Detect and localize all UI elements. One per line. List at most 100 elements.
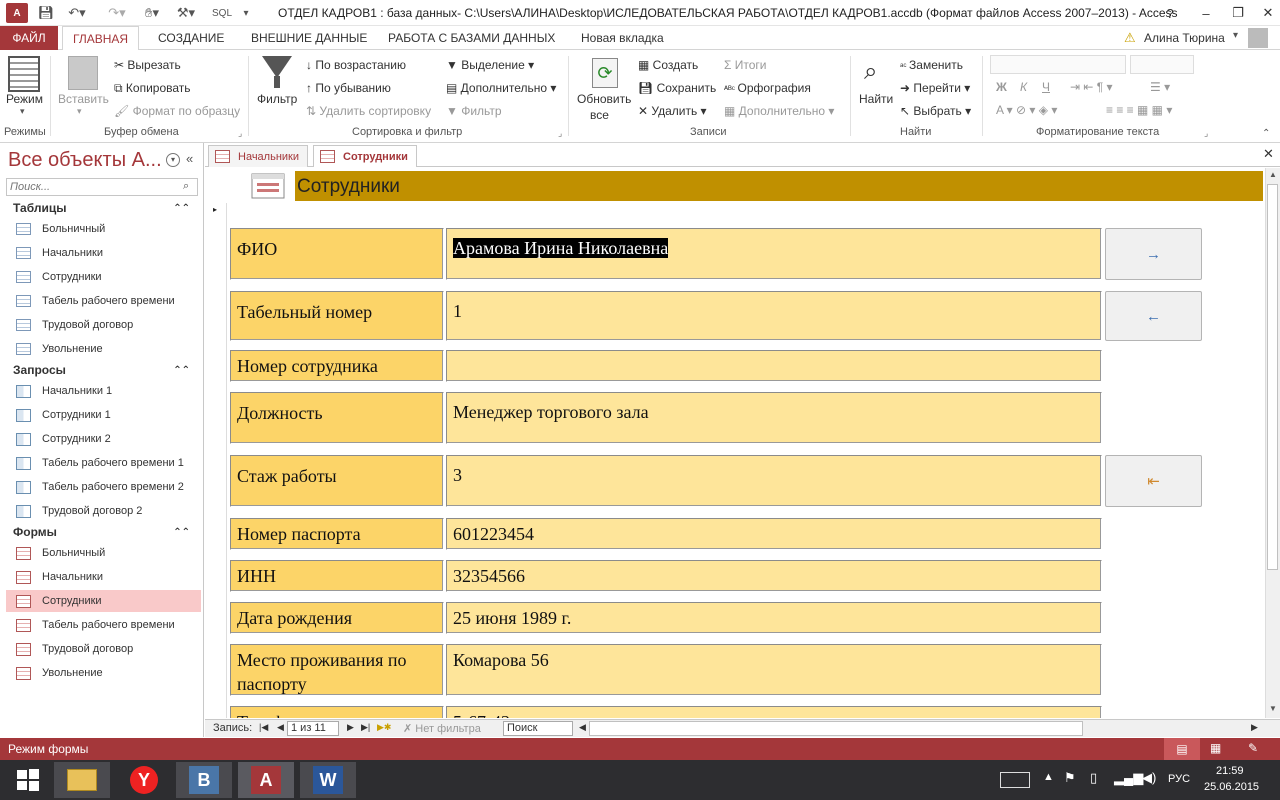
nav-query-item[interactable]: Сотрудники 2 [6, 428, 201, 450]
next-record-button[interactable]: → [1105, 228, 1202, 280]
font-color-icon[interactable]: A ▾ ⊘ ▾ ◈ ▾ [996, 103, 1057, 117]
field-passport[interactable]: 601223454 [446, 518, 1102, 550]
remove-sort-button[interactable]: ⇅ Удалить сортировку [306, 104, 431, 118]
horizontal-scroll-thumb[interactable] [589, 721, 1083, 736]
new-record-nav-icon[interactable]: ▶✱ [377, 722, 391, 733]
advanced-filter-button[interactable]: ▤ Дополнительно ▾ [446, 81, 556, 95]
access-taskbar-icon[interactable]: A [238, 762, 294, 798]
italic-button[interactable]: К [1020, 80, 1027, 94]
scroll-down-icon[interactable]: ▼ [1269, 704, 1277, 713]
close-button[interactable]: ✕ [1250, 0, 1280, 26]
next-record-icon[interactable]: ▶ [347, 722, 354, 733]
selection-button[interactable]: ▼ Выделение ▾ [446, 58, 534, 72]
nav-form-item[interactable]: Увольнение [6, 662, 201, 684]
goto-button[interactable]: ➜ Перейти ▾ [900, 81, 970, 95]
minimize-button[interactable]: – [1188, 0, 1224, 26]
prev-record-button[interactable]: ← [1105, 291, 1202, 341]
nav-section-forms[interactable]: Формы ⌃⌃ [0, 521, 204, 543]
vertical-scroll-thumb[interactable] [1267, 184, 1278, 570]
nav-table-item[interactable]: Трудовой договор [6, 314, 201, 336]
paste-button[interactable]: Вставить [58, 92, 109, 106]
record-search-input[interactable]: Поиск [503, 721, 573, 736]
form-view-icon[interactable]: ▤ [1164, 738, 1200, 760]
language-indicator[interactable]: РУС [1168, 773, 1190, 785]
nav-section-queries[interactable]: Запросы ⌃⌃ [0, 359, 204, 381]
clock-time[interactable]: 21:59 [1216, 765, 1244, 777]
collapse-ribbon-icon[interactable]: ⌃ [1262, 128, 1270, 139]
sql-button[interactable]: SQL [212, 3, 232, 23]
totals-button[interactable]: Σ Итоги [724, 58, 767, 72]
nav-query-item[interactable]: Табель рабочего времени 2 [6, 476, 201, 498]
touch-mode-icon[interactable]: ✋︎▾ [140, 3, 164, 23]
filter-button[interactable]: Фильтр [257, 92, 297, 106]
user-dropdown-icon[interactable]: ▾ [1233, 30, 1238, 41]
avatar[interactable] [1248, 28, 1268, 48]
nav-table-item[interactable]: Сотрудники [6, 266, 201, 288]
field-address[interactable]: Комарова 56 [446, 644, 1102, 696]
last-record-icon[interactable]: ▶| [361, 722, 370, 733]
doc-tab-sotrudniki[interactable]: Сотрудники [313, 145, 417, 167]
tab-home[interactable]: ГЛАВНАЯ [62, 26, 140, 51]
nav-query-item[interactable]: Табель рабочего времени 1 [6, 452, 201, 474]
format-painter-button[interactable]: 🖌︎ Формат по образцу [114, 104, 240, 118]
yandex-browser-icon[interactable]: Y [116, 762, 172, 798]
user-name[interactable]: Алина Тюрина [1144, 31, 1225, 45]
replace-button[interactable]: ᵃᶜ Заменить [900, 58, 963, 72]
customize-icon[interactable]: ⚒︎▾ [172, 3, 200, 23]
nav-collapse-icon[interactable]: « [186, 151, 193, 166]
record-position-input[interactable]: 1 из 11 [287, 721, 339, 736]
qat-more-icon[interactable]: ▾ [236, 3, 256, 23]
font-size-select[interactable] [1130, 55, 1194, 74]
nav-table-item[interactable]: Табель рабочего времени [6, 290, 201, 312]
bold-button[interactable]: Ж [996, 80, 1007, 94]
nav-menu-icon[interactable]: ▾ [166, 153, 180, 167]
close-doc-icon[interactable]: ✕ [1263, 146, 1274, 162]
nav-form-item[interactable]: Трудовой договор [6, 638, 201, 660]
action-center-icon[interactable]: ⚑︎ [1064, 770, 1076, 786]
redo-icon[interactable]: ↷▾ [104, 3, 130, 23]
font-name-select[interactable] [990, 55, 1126, 74]
prev-record-icon[interactable]: ◀ [277, 722, 284, 733]
scroll-up-icon[interactable]: ▲ [1269, 170, 1277, 179]
hscroll-right-icon[interactable]: ▶ [1251, 722, 1258, 733]
file-explorer-icon[interactable] [54, 762, 110, 798]
spelling-button[interactable]: ᴬᴮᶜ Орфография [724, 81, 811, 95]
undo-icon[interactable]: ↶▾ [64, 3, 90, 23]
nav-search-input[interactable] [6, 178, 198, 196]
nav-header[interactable]: Все объекты А... [8, 149, 162, 172]
tab-database-tools[interactable]: РАБОТА С БАЗАМИ ДАННЫХ [378, 26, 565, 50]
access-app-icon[interactable]: A [6, 3, 28, 23]
clipboard-launcher-icon[interactable]: ⌟ [238, 128, 242, 139]
find-button[interactable]: Найти [859, 92, 893, 106]
nav-form-item[interactable]: Больничный [6, 542, 201, 564]
keyboard-icon[interactable] [1000, 772, 1030, 788]
copy-button[interactable]: ⧉ Копировать [114, 81, 191, 96]
field-tab-number[interactable]: 1 [446, 291, 1102, 341]
battery-icon[interactable]: ▯ [1090, 770, 1097, 786]
first-record-icon[interactable]: |◀ [259, 722, 268, 733]
text-format-launcher-icon[interactable]: ⌟ [1204, 128, 1208, 139]
tab-create[interactable]: СОЗДАНИЕ [148, 26, 234, 50]
view-dropdown-icon[interactable]: ▾ [20, 106, 25, 117]
nav-form-item-selected[interactable]: Сотрудники [6, 590, 201, 612]
toggle-filter-button[interactable]: ▼ Фильтр [446, 104, 502, 118]
sort-filter-launcher-icon[interactable]: ⌟ [558, 128, 562, 139]
windows-start-icon[interactable] [0, 762, 56, 798]
tab-new[interactable]: Новая вкладка [571, 26, 674, 50]
save-icon[interactable]: 💾︎ [36, 3, 56, 23]
nav-table-item[interactable]: Начальники [6, 242, 201, 264]
volume-icon[interactable]: ◀︎) [1142, 770, 1156, 786]
tab-external-data[interactable]: ВНЕШНИЕ ДАННЫЕ [241, 26, 377, 50]
nav-query-item[interactable]: Трудовой договор 2 [6, 500, 201, 522]
more-records-button[interactable]: ▦ Дополнительно ▾ [724, 104, 834, 118]
delete-record-button[interactable]: ✕ Удалить ▾ [638, 104, 707, 118]
nav-form-item[interactable]: Начальники [6, 566, 201, 588]
record-selector[interactable]: ▸ [205, 203, 227, 718]
field-birth-date[interactable]: 25 июня 1989 г. [446, 602, 1102, 634]
layout-view-icon[interactable]: ▦ [1210, 741, 1221, 755]
close-form-button[interactable]: ⇤ [1105, 455, 1202, 507]
nav-query-item[interactable]: Сотрудники 1 [6, 404, 201, 426]
hscroll-left-icon[interactable]: ◀ [579, 722, 586, 733]
design-view-icon[interactable]: ✎ [1248, 741, 1258, 755]
field-experience[interactable]: 3 [446, 455, 1102, 507]
